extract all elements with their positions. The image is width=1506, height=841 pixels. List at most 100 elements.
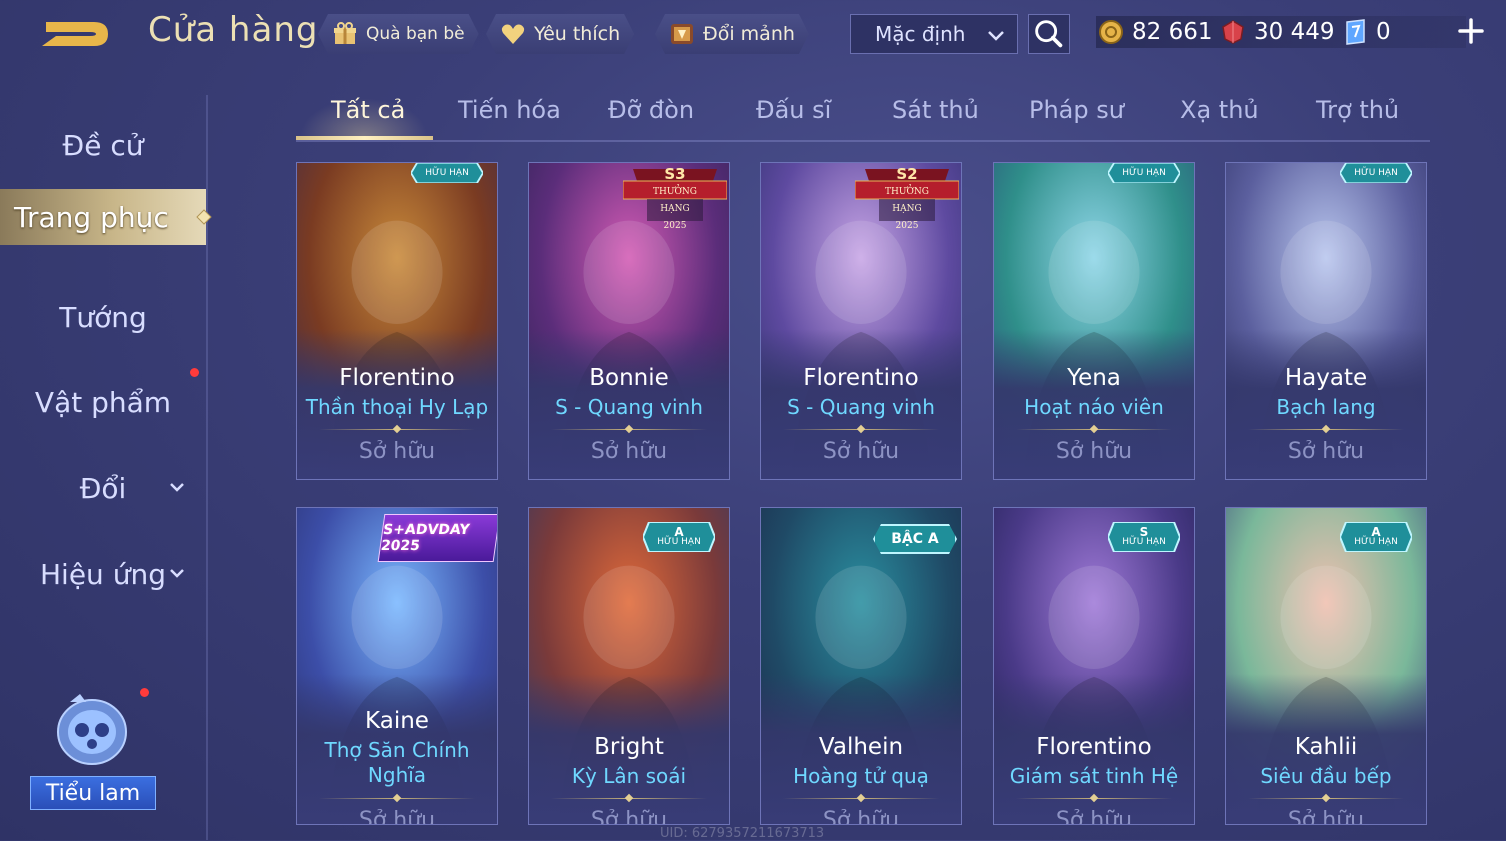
hero-name: Bonnie bbox=[589, 365, 669, 391]
season-rank-badge: S3 THƯỞNG HẠNG 2025 bbox=[622, 165, 728, 231]
limited-badge-label: HỮU HẠN bbox=[1354, 168, 1398, 178]
owned-status: Sở hữu bbox=[590, 808, 668, 825]
sort-dropdown[interactable]: Mặc định bbox=[850, 14, 1018, 54]
sort-value: Mặc định bbox=[875, 22, 966, 46]
skin-name: S - Quang vinh bbox=[787, 395, 935, 419]
tab-evolution[interactable]: Tiến hóa bbox=[458, 96, 561, 124]
tab-tank[interactable]: Đỡ đòn bbox=[608, 96, 694, 124]
hero-name: Yena bbox=[1067, 365, 1121, 391]
mascot-label[interactable]: Tiểu lam bbox=[30, 776, 156, 810]
skin-name: S - Quang vinh bbox=[555, 395, 703, 419]
skin-card[interactable]: Hayate Bạch lang Sở hữu HỮU HẠN bbox=[1225, 162, 1427, 480]
hero-name: Florentino bbox=[1036, 734, 1152, 760]
favorites-button[interactable]: Yêu thích bbox=[486, 14, 634, 54]
voucher-currency: 0 bbox=[1342, 14, 1391, 50]
limited-badge: HỮU HẠN bbox=[1108, 163, 1180, 183]
limited-badge: HỮU HẠN bbox=[411, 163, 483, 183]
skin-card[interactable]: Kaine Thợ Săn Chính Nghĩa Sở hữu S+ADVDAY 20… bbox=[296, 507, 498, 825]
skin-name: Giám sát tinh Hệ bbox=[1009, 764, 1179, 788]
skin-card[interactable]: Bright Kỳ Lân soái Sở hữu A HỮU HẠN bbox=[528, 507, 730, 825]
gold-currency: 82 661 bbox=[1098, 14, 1212, 50]
tab-all[interactable]: Tất cả bbox=[331, 96, 405, 124]
category-tabs: Tất cả Tiến hóa Đỡ đòn Đấu sĩ Sát thủ Ph… bbox=[296, 88, 1430, 142]
skin-card[interactable]: Florentino Thần thoại Hy Lạp Sở hữu HỮU HẠN bbox=[296, 162, 498, 480]
sidebar-item-exchange[interactable]: Đổi bbox=[0, 460, 206, 516]
limited-badge: A HỮU HẠN bbox=[643, 522, 715, 552]
owned-status: Sở hữu bbox=[590, 439, 668, 464]
search-button[interactable] bbox=[1028, 14, 1070, 54]
tab-support[interactable]: Trợ thủ bbox=[1316, 96, 1399, 124]
notification-dot bbox=[140, 688, 149, 697]
crystal-amount: 30 449 bbox=[1254, 19, 1335, 45]
skin-name: Thợ Săn Chính bbox=[324, 738, 470, 762]
skin-name: Bạch lang bbox=[1276, 395, 1376, 419]
friend-gift-button[interactable]: Quà bạn bè bbox=[318, 14, 479, 54]
search-icon bbox=[1035, 20, 1063, 48]
rank-badge-label: THƯỞNG HẠNG 2025 bbox=[653, 187, 697, 231]
owned-status: Sở hữu bbox=[1055, 439, 1133, 464]
tab-mage[interactable]: Pháp sư bbox=[1029, 96, 1124, 124]
sidebar-item-skins[interactable]: Trang phục bbox=[0, 189, 212, 245]
skin-grid: Florentino Thần thoại Hy Lạp Sở hữu HỮU HẠN… bbox=[296, 162, 1430, 840]
skin-name: Hoàng tử quạ bbox=[793, 764, 929, 788]
skin-name: Siêu đầu bếp bbox=[1260, 764, 1392, 788]
gift-icon bbox=[332, 21, 358, 47]
voucher-amount: 0 bbox=[1376, 19, 1391, 45]
skin-card[interactable]: Florentino S - Quang vinh Sở hữu S2 THƯỞNG H… bbox=[760, 162, 962, 480]
owned-status: Sở hữu bbox=[822, 808, 900, 825]
sidebar-item-label: Trang phục bbox=[14, 200, 169, 234]
sidebar-item-effects[interactable]: Hiệu ứng bbox=[0, 546, 206, 602]
grade-badge: BẬC A bbox=[873, 524, 957, 554]
tier-letter: A bbox=[674, 525, 684, 539]
owned-status: Sở hữu bbox=[1287, 808, 1365, 825]
skin-name: Hoạt náo viên bbox=[1024, 395, 1164, 419]
rank-season: S3 bbox=[664, 165, 686, 183]
event-badge: S+ADVDAY 2025 bbox=[377, 514, 497, 562]
exchange-shards-button[interactable]: Đổi mảnh bbox=[655, 14, 809, 54]
tier-letter: A bbox=[1371, 525, 1381, 539]
skin-card[interactable]: Kahlii Siêu đầu bếp Sở hữu A HỮU HẠN bbox=[1225, 507, 1427, 825]
chevron-down-icon bbox=[988, 31, 1004, 41]
tier-letter: S bbox=[1139, 525, 1149, 539]
sidebar-item-recommended[interactable]: Đề cử bbox=[0, 117, 206, 173]
sidebar-item-label: Vật phẩm bbox=[34, 385, 172, 419]
sidebar-item-heroes[interactable]: Tướng bbox=[0, 289, 206, 345]
limited-badge: S HỮU HẠN bbox=[1108, 522, 1180, 552]
skin-card[interactable]: Bonnie S - Quang vinh Sở hữu S3 THƯỞNG HẠNG … bbox=[528, 162, 730, 480]
owned-status: Sở hữu bbox=[822, 439, 900, 464]
notification-dot bbox=[190, 368, 199, 377]
limited-badge-label: HỮU HẠN bbox=[657, 537, 701, 547]
shard-chest-icon bbox=[669, 21, 695, 47]
sidebar-item-items[interactable]: Vật phẩm bbox=[0, 374, 206, 430]
grade-badge-label: BẬC A bbox=[891, 531, 939, 547]
exchange-shards-label: Đổi mảnh bbox=[703, 23, 795, 45]
user-id: UID: 6279357211673713 bbox=[660, 826, 825, 841]
owned-status: Sở hữu bbox=[1287, 439, 1365, 464]
back-arrow-icon[interactable] bbox=[36, 14, 114, 54]
tab-fighter[interactable]: Đấu sĩ bbox=[756, 96, 831, 124]
limited-badge-label: HỮU HẠN bbox=[425, 168, 469, 178]
chevron-down-icon bbox=[170, 483, 184, 492]
owned-status: Sở hữu bbox=[1055, 808, 1133, 825]
top-bar: Cửa hàng Quà bạn bè Yêu thích Đổi mảnh M… bbox=[0, 0, 1506, 70]
limited-badge-label: HỮU HẠN bbox=[1122, 168, 1166, 178]
limited-badge: HỮU HẠN bbox=[1340, 163, 1412, 183]
skin-name: Kỳ Lân soái bbox=[571, 764, 687, 788]
favorites-label: Yêu thích bbox=[534, 23, 621, 45]
skin-card[interactable]: Florentino Giám sát tinh Hệ Sở hữu S HỮU HẠN bbox=[993, 507, 1195, 825]
owned-status: Sở hữu bbox=[358, 808, 436, 825]
tab-active-indicator bbox=[296, 136, 433, 140]
crystal-currency: 30 449 bbox=[1220, 14, 1334, 50]
friend-gift-label: Quà bạn bè bbox=[366, 24, 465, 44]
page-title: Cửa hàng bbox=[148, 10, 319, 50]
plus-icon[interactable] bbox=[1456, 16, 1486, 46]
hero-name: Florentino bbox=[803, 365, 919, 391]
tab-assassin[interactable]: Sát thủ bbox=[892, 96, 979, 124]
hero-name: Bright bbox=[594, 734, 664, 760]
voucher-icon bbox=[1346, 19, 1365, 45]
rank-season: S2 bbox=[896, 165, 918, 183]
active-diamond-icon bbox=[196, 209, 212, 225]
tab-marksman[interactable]: Xạ thủ bbox=[1180, 96, 1259, 124]
skin-card[interactable]: Valhein Hoàng tử quạ Sở hữu BẬC A bbox=[760, 507, 962, 825]
skin-card[interactable]: Yena Hoạt náo viên Sở hữu HỮU HẠN bbox=[993, 162, 1195, 480]
